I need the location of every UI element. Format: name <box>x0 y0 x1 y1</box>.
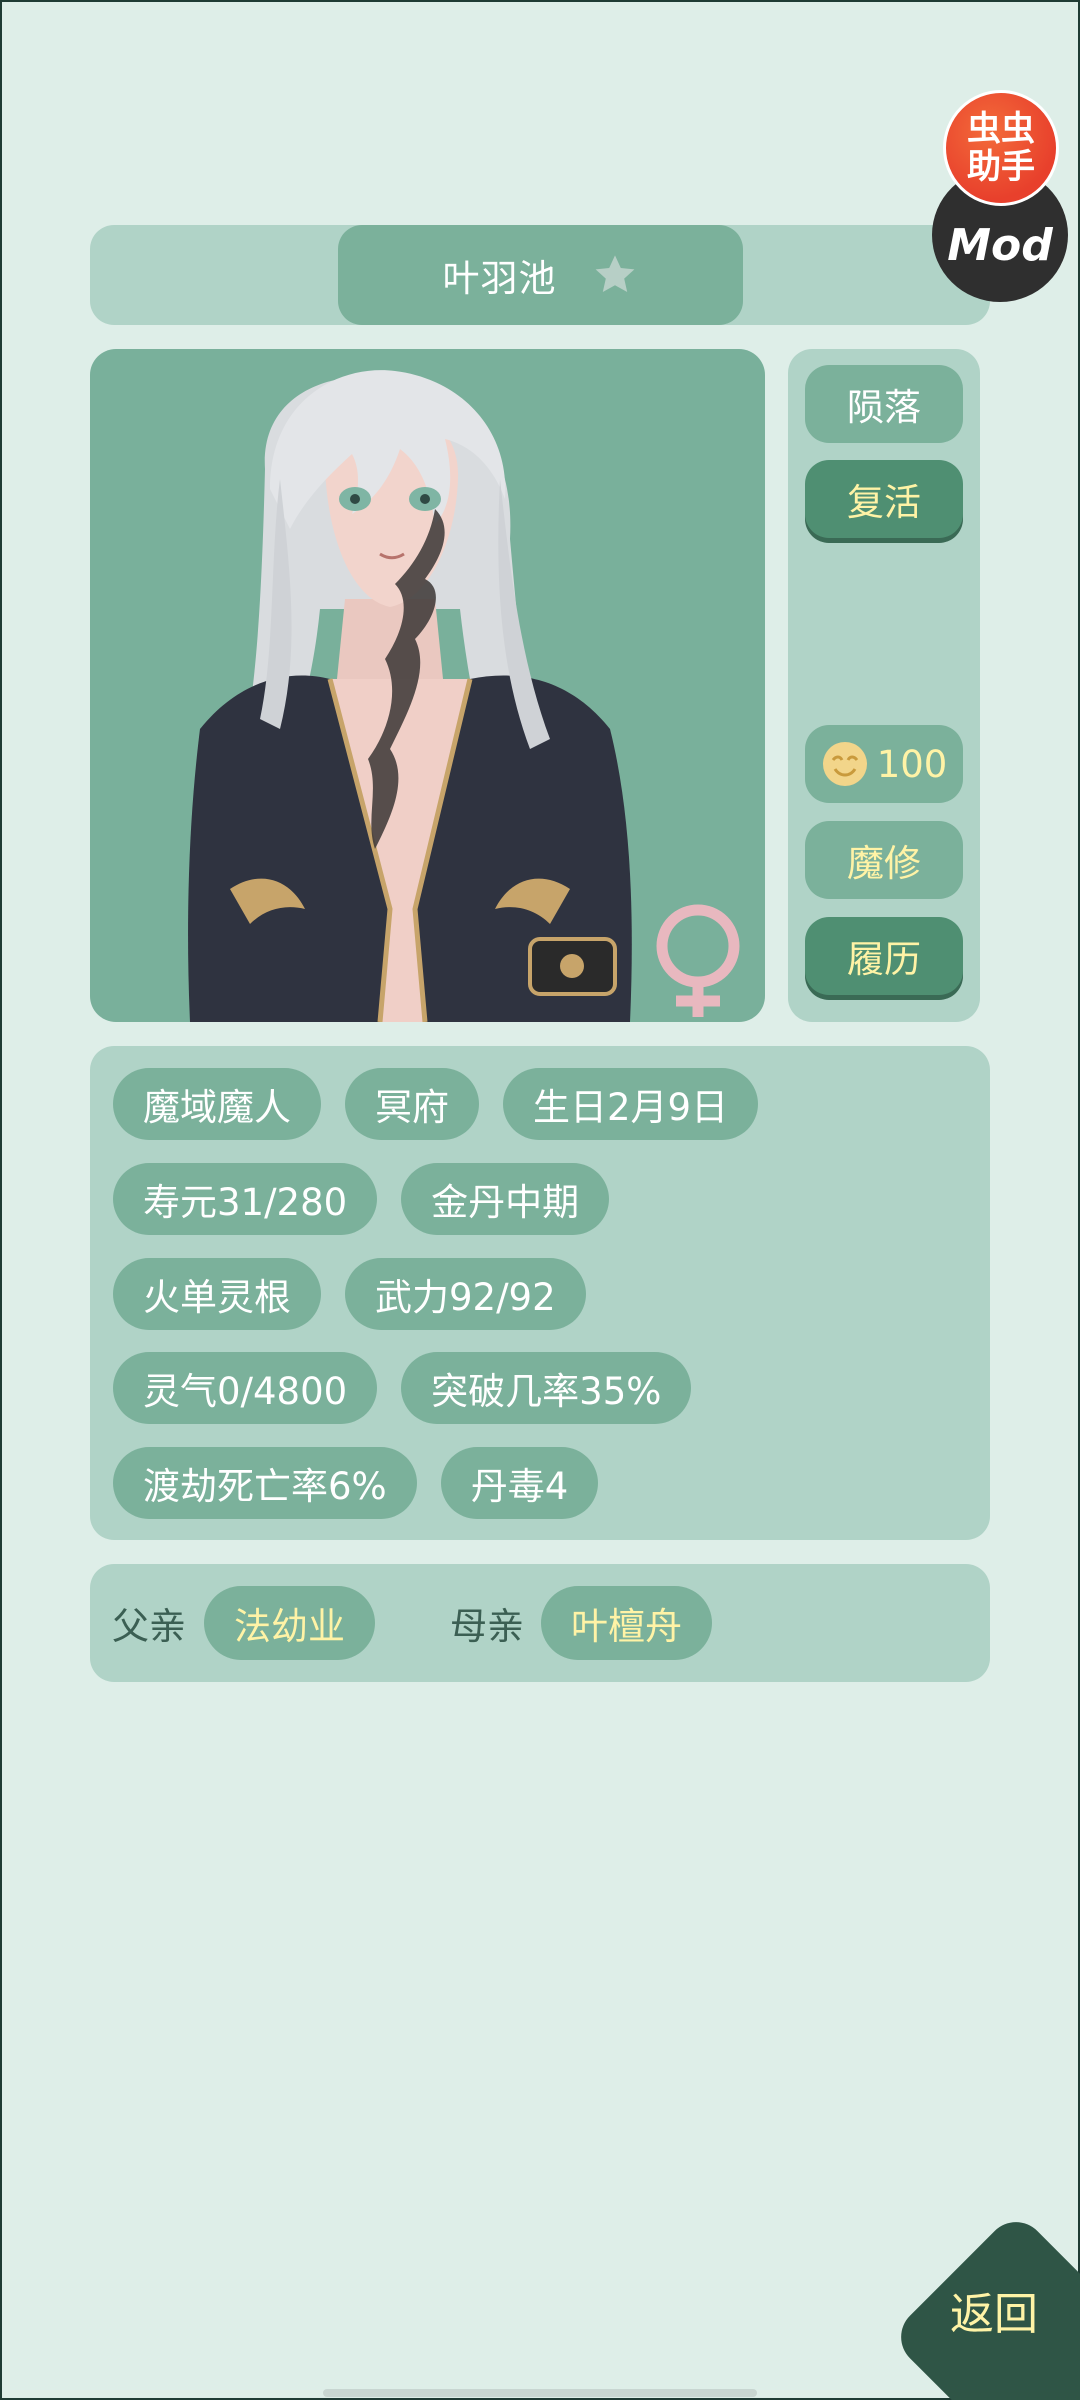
female-gender-icon <box>656 904 740 1017</box>
info-tag-spirit-root: 火单灵根 <box>113 1258 321 1330</box>
info-row: 寿元31/280 金丹中期 <box>113 1163 610 1235</box>
assistant-logo-line1: 虫虫 <box>967 109 1035 149</box>
name-bar: 叶羽池 <box>90 225 990 325</box>
mod-label: Mod <box>947 219 1053 271</box>
father-label: 父亲 <box>112 1605 186 1648</box>
mother-name-button[interactable]: 叶檀舟 <box>541 1586 712 1660</box>
mood-indicator[interactable]: 100 <box>805 725 963 803</box>
mood-value: 100 <box>876 742 948 786</box>
portrait-illustration <box>188 370 740 1022</box>
revive-button[interactable]: 复活 <box>805 460 963 538</box>
back-button[interactable]: 返回 <box>880 2210 1080 2400</box>
info-tag-breakthrough: 突破几率35% <box>401 1352 692 1424</box>
assistant-logo-line2: 助手 <box>967 147 1035 187</box>
demon-cultivate-button[interactable]: 魔修 <box>805 821 963 899</box>
info-row: 火单灵根 武力92/92 <box>113 1258 586 1330</box>
info-row: 魔域魔人 冥府 生日2月9日 <box>113 1068 759 1140</box>
fallen-button[interactable]: 陨落 <box>805 365 963 443</box>
info-tag-pill-toxicity: 丹毒4 <box>440 1447 599 1519</box>
info-tag-origin: 魔域魔人 <box>113 1068 321 1140</box>
mother-label: 母亲 <box>450 1605 524 1648</box>
assistant-logo-icon: 虫虫 助手 <box>943 90 1059 206</box>
info-tag-lifespan: 寿元31/280 <box>113 1163 378 1235</box>
info-tag-realm: 金丹中期 <box>401 1163 610 1235</box>
info-row: 渡劫死亡率6% 丹毒4 <box>113 1447 599 1519</box>
resume-button[interactable]: 履历 <box>805 917 963 995</box>
back-label: 返回 <box>950 2289 1038 2340</box>
character-name: 叶羽池 <box>442 257 557 300</box>
mod-assistant-badge[interactable]: Mod 虫虫 助手 <box>932 90 1068 302</box>
parents-panel: 父亲 法幼业 母亲 叶檀舟 <box>90 1564 990 1682</box>
father-name-button[interactable]: 法幼业 <box>204 1586 375 1660</box>
character-name-pill[interactable]: 叶羽池 <box>338 225 743 325</box>
character-portrait <box>90 349 765 1022</box>
info-tag-sect: 冥府 <box>345 1068 479 1140</box>
star-icon[interactable] <box>591 251 639 299</box>
info-tag-tribulation-death: 渡劫死亡率6% <box>113 1447 417 1519</box>
info-row: 灵气0/4800 突破几率35% <box>113 1352 692 1424</box>
info-tag-qi: 灵气0/4800 <box>113 1352 378 1424</box>
home-indicator[interactable] <box>323 2389 757 2397</box>
info-tag-force: 武力92/92 <box>345 1258 586 1330</box>
character-info-panel: 魔域魔人 冥府 生日2月9日 寿元31/280 金丹中期 火单灵根 武力92/9… <box>90 1046 990 1540</box>
info-tag-birthday: 生日2月9日 <box>503 1068 759 1140</box>
side-actions-panel: 陨落 复活 100 魔修 履历 <box>788 349 980 1022</box>
smile-face-icon <box>822 742 867 786</box>
